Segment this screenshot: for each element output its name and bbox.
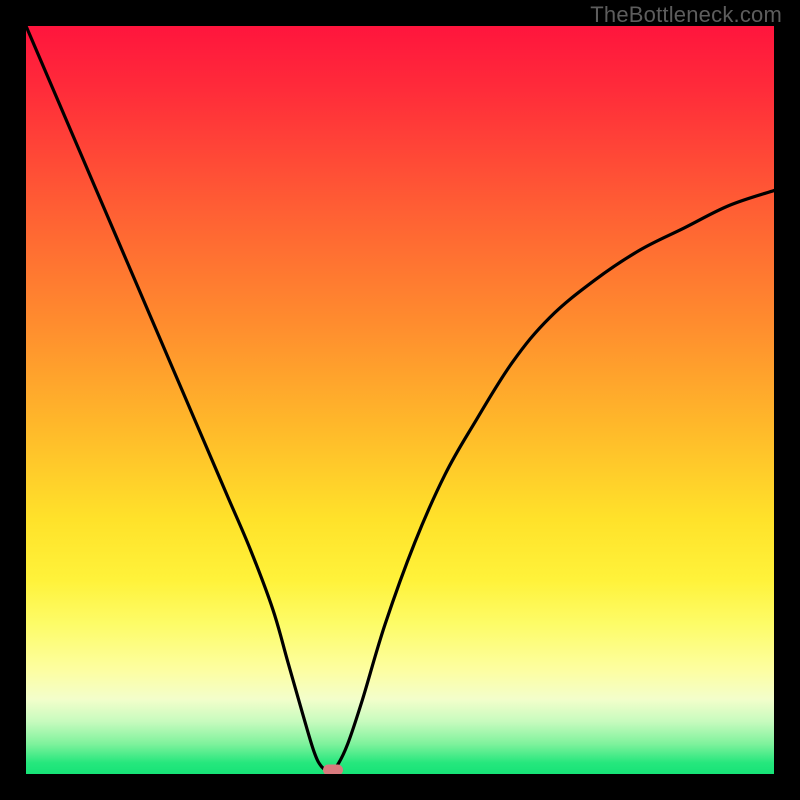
optimal-point-marker xyxy=(323,765,343,774)
plot-area xyxy=(26,26,774,774)
chart-frame: TheBottleneck.com xyxy=(0,0,800,800)
watermark-text: TheBottleneck.com xyxy=(590,2,782,28)
bottleneck-curve xyxy=(26,26,774,774)
